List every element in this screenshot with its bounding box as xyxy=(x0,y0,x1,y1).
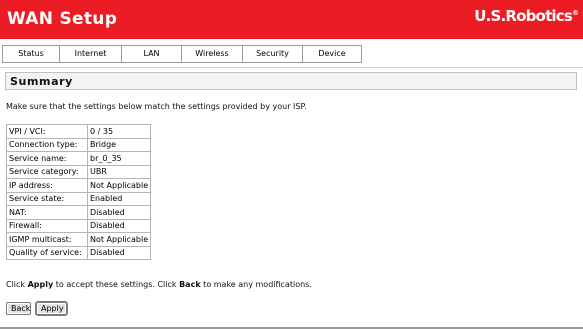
instruction-text: to accept these settings. Click xyxy=(53,280,180,289)
tab-lan[interactable]: LAN xyxy=(122,46,182,62)
row-value: br_0_35 xyxy=(86,151,152,166)
instruction-text: Click xyxy=(6,280,28,289)
row-value: UBR xyxy=(86,164,152,179)
row-label: Quality of service: xyxy=(6,245,88,260)
table-row: IP address: Not Applicable xyxy=(6,178,152,193)
page-title: WAN Setup xyxy=(7,9,118,29)
table-row: Firewall: Disabled xyxy=(6,218,152,233)
table-row: IGMP multicast: Not Applicable xyxy=(6,232,152,247)
tab-device[interactable]: Device xyxy=(303,46,361,62)
row-value: Disabled xyxy=(86,245,152,260)
row-label: Firewall: xyxy=(6,218,88,233)
header-bar: WAN Setup U.S.Robotics® xyxy=(0,0,583,39)
divider xyxy=(0,67,583,68)
apply-instructions: Click Apply to accept these settings. Cl… xyxy=(6,280,312,289)
table-row: VPI / VCI: 0 / 35 xyxy=(6,124,152,139)
row-value: Disabled xyxy=(86,218,152,233)
row-value: Not Applicable xyxy=(86,232,152,247)
back-button[interactable]: Back xyxy=(6,302,31,315)
row-label: IGMP multicast: xyxy=(6,232,88,247)
table-row: Connection type: Bridge xyxy=(6,137,152,152)
row-value: 0 / 35 xyxy=(86,124,152,139)
row-label: Service state: xyxy=(6,191,88,206)
back-keyword: Back xyxy=(179,280,201,289)
brand-logo: U.S.Robotics® xyxy=(474,7,579,25)
row-label: IP address: xyxy=(6,178,88,193)
row-value: Bridge xyxy=(86,137,152,152)
section-title: Summary xyxy=(10,75,73,88)
apply-button[interactable]: Apply xyxy=(35,301,68,316)
row-label: Service name: xyxy=(6,151,88,166)
row-value: Disabled xyxy=(86,205,152,220)
table-row: NAT: Disabled xyxy=(6,205,152,220)
row-label: NAT: xyxy=(6,205,88,220)
tab-status[interactable]: Status xyxy=(3,46,60,62)
nav-bar: Status Internet LAN Wireless Security De… xyxy=(2,45,362,63)
intro-text: Make sure that the settings below match … xyxy=(6,102,307,111)
settings-table: VPI / VCI: 0 / 35 Connection type: Bridge … xyxy=(6,124,152,260)
table-row: Quality of service: Disabled xyxy=(6,245,152,260)
instruction-text: to make any modifications. xyxy=(200,280,312,289)
table-row: Service category: UBR xyxy=(6,164,152,179)
brand-name: U.S.Robotics xyxy=(474,7,573,25)
tab-security[interactable]: Security xyxy=(243,46,303,62)
row-value: Enabled xyxy=(86,191,152,206)
row-label: Service category: xyxy=(6,164,88,179)
row-value: Not Applicable xyxy=(86,178,152,193)
row-label: VPI / VCI: xyxy=(6,124,88,139)
apply-keyword: Apply xyxy=(27,280,54,289)
table-row: Service name: br_0_35 xyxy=(6,151,152,166)
row-label: Connection type: xyxy=(6,137,88,152)
table-row: Service state: Enabled xyxy=(6,191,152,206)
tab-wireless[interactable]: Wireless xyxy=(182,46,243,62)
registered-mark: ® xyxy=(572,9,579,17)
tab-internet[interactable]: Internet xyxy=(60,46,122,62)
section-header: Summary xyxy=(5,72,577,90)
